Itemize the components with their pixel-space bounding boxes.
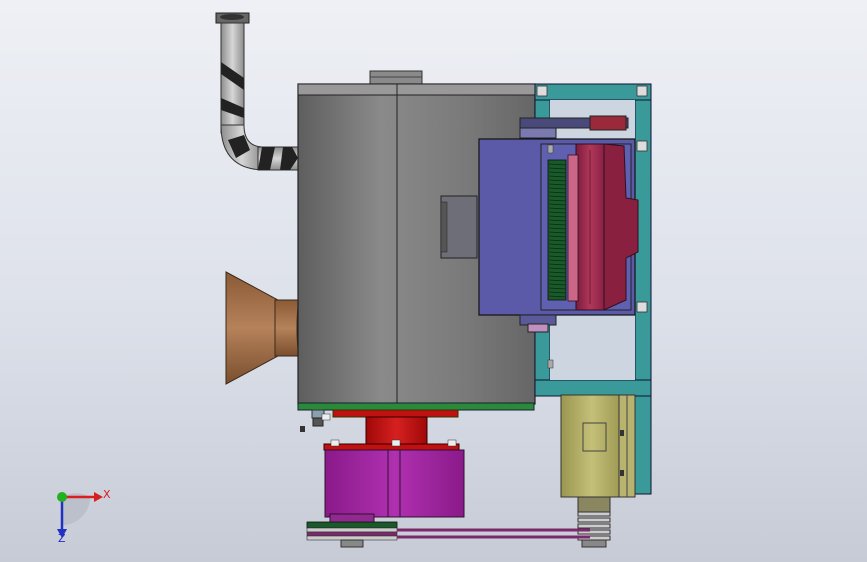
- pump-housing[interactable]: [324, 449, 465, 525]
- exhaust-pipe[interactable]: [215, 12, 300, 171]
- housing-feet: [300, 409, 325, 432]
- top-cap: [369, 70, 423, 85]
- triad-y-axis: [57, 492, 67, 502]
- intake-cone[interactable]: [225, 271, 304, 385]
- triad-z-label: Z: [58, 532, 66, 545]
- coupling[interactable]: [321, 409, 460, 451]
- cad-viewport[interactable]: X Z: [0, 0, 867, 562]
- orientation-triad: X Z: [57, 488, 111, 545]
- drive-belt[interactable]: [306, 521, 590, 548]
- drive-motor[interactable]: [560, 394, 636, 548]
- base-plate[interactable]: [297, 402, 535, 411]
- triad-x-label: X: [103, 488, 111, 501]
- impeller-rotor[interactable]: [547, 143, 639, 311]
